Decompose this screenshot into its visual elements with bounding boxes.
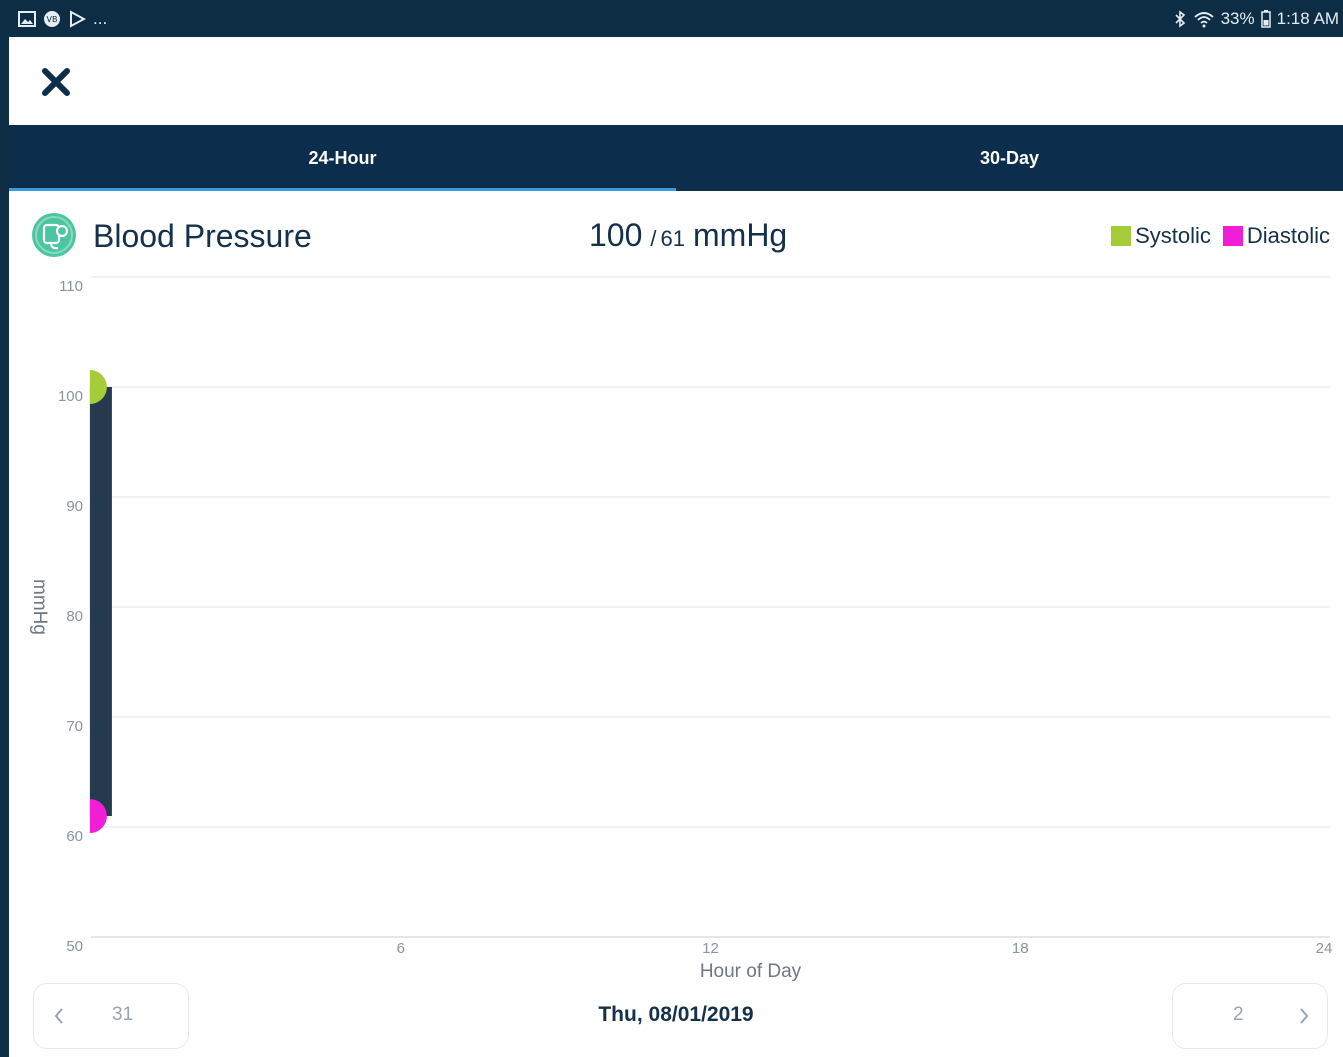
gallery-icon [18, 11, 36, 27]
svg-text:VB: VB [47, 15, 58, 24]
chevron-right-icon [1300, 1008, 1309, 1024]
battery-percent: 33% [1220, 9, 1255, 28]
status-overflow-dots: ... [93, 9, 108, 28]
x-tick-label: 6 [397, 940, 405, 957]
date-navigator: 31 Thu, 08/01/2019 2 [9, 981, 1343, 1057]
x-tick-label: 18 [1012, 940, 1029, 957]
y-tick-label: 110 [59, 278, 83, 295]
y-tick-label: 70 [66, 718, 83, 735]
next-day-label: 2 [1233, 1004, 1244, 1025]
x-axis-title: Hour of Day [700, 961, 802, 981]
x-tick-label: 24 [1316, 940, 1333, 957]
y-tick-label: 80 [66, 608, 83, 625]
battery-icon [1260, 10, 1271, 28]
y-tick-label: 60 [66, 828, 83, 845]
y-axis-title: mmHg [29, 579, 50, 635]
reading-bar [89, 387, 112, 816]
status-bar: VB ... 33% 1:18 AM [0, 0, 1343, 37]
current-date: Thu, 08/01/2019 [598, 1003, 754, 1026]
y-tick-label: 50 [66, 938, 83, 955]
wifi-icon [1193, 12, 1214, 28]
status-time: 1:18 AM [1276, 9, 1339, 28]
bluetooth-icon [1175, 10, 1185, 28]
y-tick-label: 90 [66, 498, 83, 515]
y-tick-label: 100 [58, 388, 83, 405]
play-store-icon [70, 10, 86, 28]
x-tick-label: 12 [702, 940, 719, 957]
vpn-icon: VB [44, 11, 60, 27]
next-day-button[interactable]: 2 [1172, 983, 1328, 1049]
app-window: 24-Hour 30-Day Blood Pressure 100/61 mmHg… [9, 37, 1343, 1057]
bp-chart: 110 100 90 80 70 60 50 6 12 18 24 Hour of Day mmHg [29, 276, 1333, 981]
